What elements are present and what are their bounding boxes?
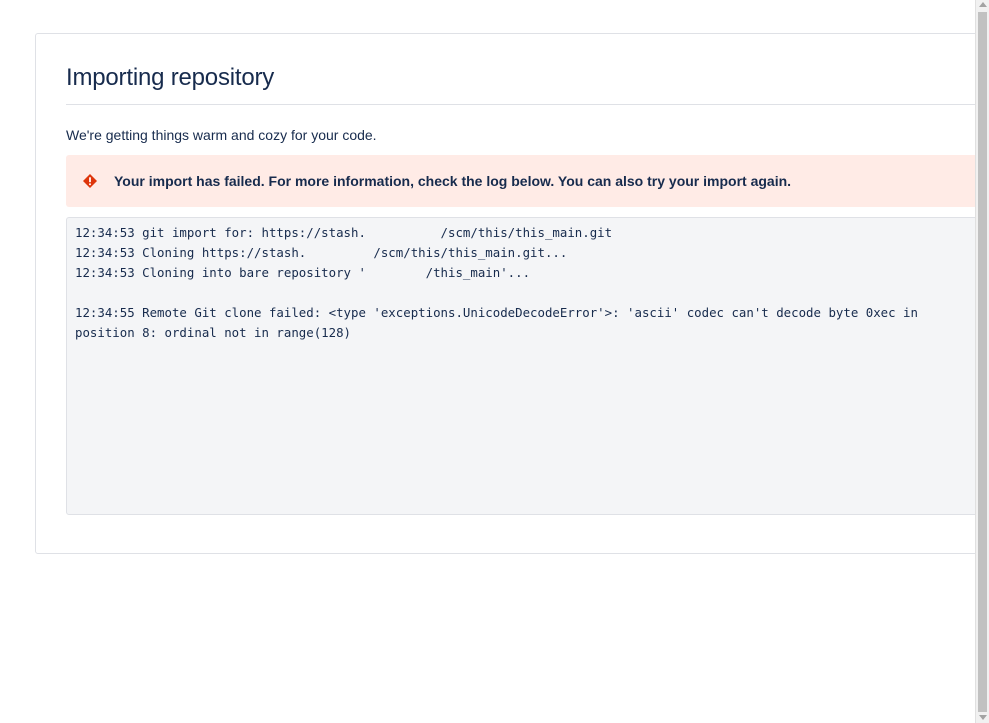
- error-banner: Your import has failed. For more informa…: [66, 155, 986, 207]
- log-line: 12:34:55 Remote Git clone failed: <type …: [75, 305, 926, 340]
- scroll-down-icon[interactable]: [979, 715, 987, 720]
- page-subtitle: We're getting things warm and cozy for y…: [66, 127, 377, 143]
- title-divider: [66, 104, 986, 105]
- scroll-thumb[interactable]: [978, 12, 987, 712]
- log-line: 12:34:53 Cloning into bare repository ' …: [75, 265, 531, 280]
- vertical-scrollbar[interactable]: [975, 0, 989, 723]
- import-log[interactable]: 12:34:53 git import for: https://stash. …: [66, 217, 986, 515]
- page-title: Importing repository: [66, 64, 275, 91]
- log-line: 12:34:53 git import for: https://stash. …: [75, 225, 613, 240]
- viewport: Importing repository We're getting thing…: [0, 0, 989, 723]
- import-card: Importing repository We're getting thing…: [35, 33, 989, 554]
- error-message: Your import has failed. For more informa…: [114, 173, 792, 189]
- log-line: 12:34:53 Cloning https://stash. /scm/thi…: [75, 245, 568, 260]
- scroll-up-icon[interactable]: [979, 2, 987, 7]
- error-icon: [82, 173, 98, 189]
